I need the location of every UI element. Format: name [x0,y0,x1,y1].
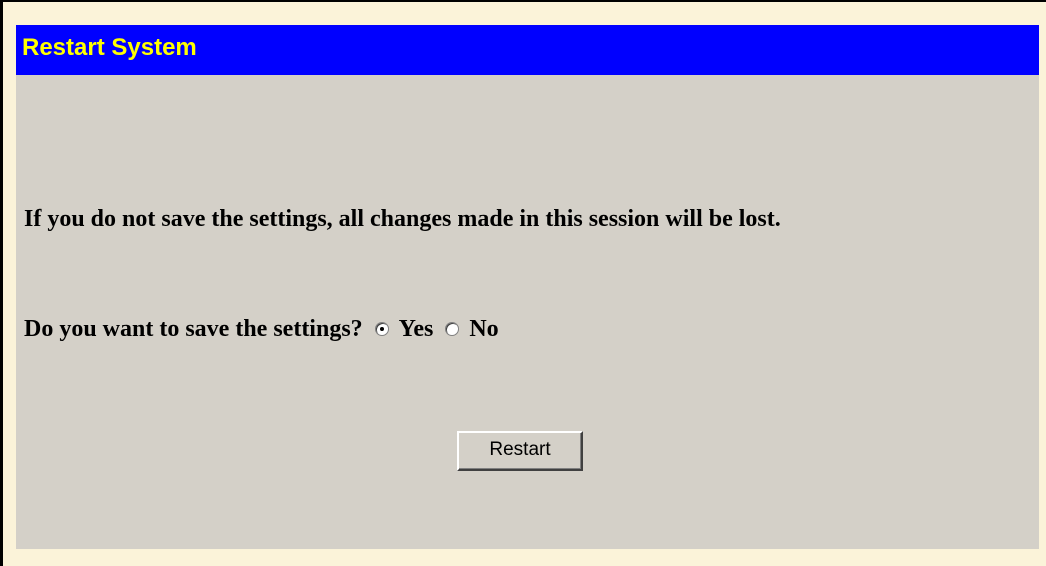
restart-system-panel: Restart System If you do not save the se… [16,25,1039,549]
no-radio[interactable] [445,322,460,336]
yes-radio[interactable] [374,322,389,336]
page-title: Restart System [22,34,197,61]
save-settings-question: Do you want to save the settings? [24,315,363,342]
save-settings-question-row: Do you want to save the settings? Yes No [24,312,499,346]
warning-message: If you do not save the settings, all cha… [24,206,781,232]
yes-radio-label: Yes [398,315,434,342]
no-radio-label: No [469,315,499,342]
restart-button[interactable]: Restart [457,431,583,471]
title-bar: Restart System [16,25,1039,75]
page-frame: Restart System If you do not save the se… [0,0,1046,566]
